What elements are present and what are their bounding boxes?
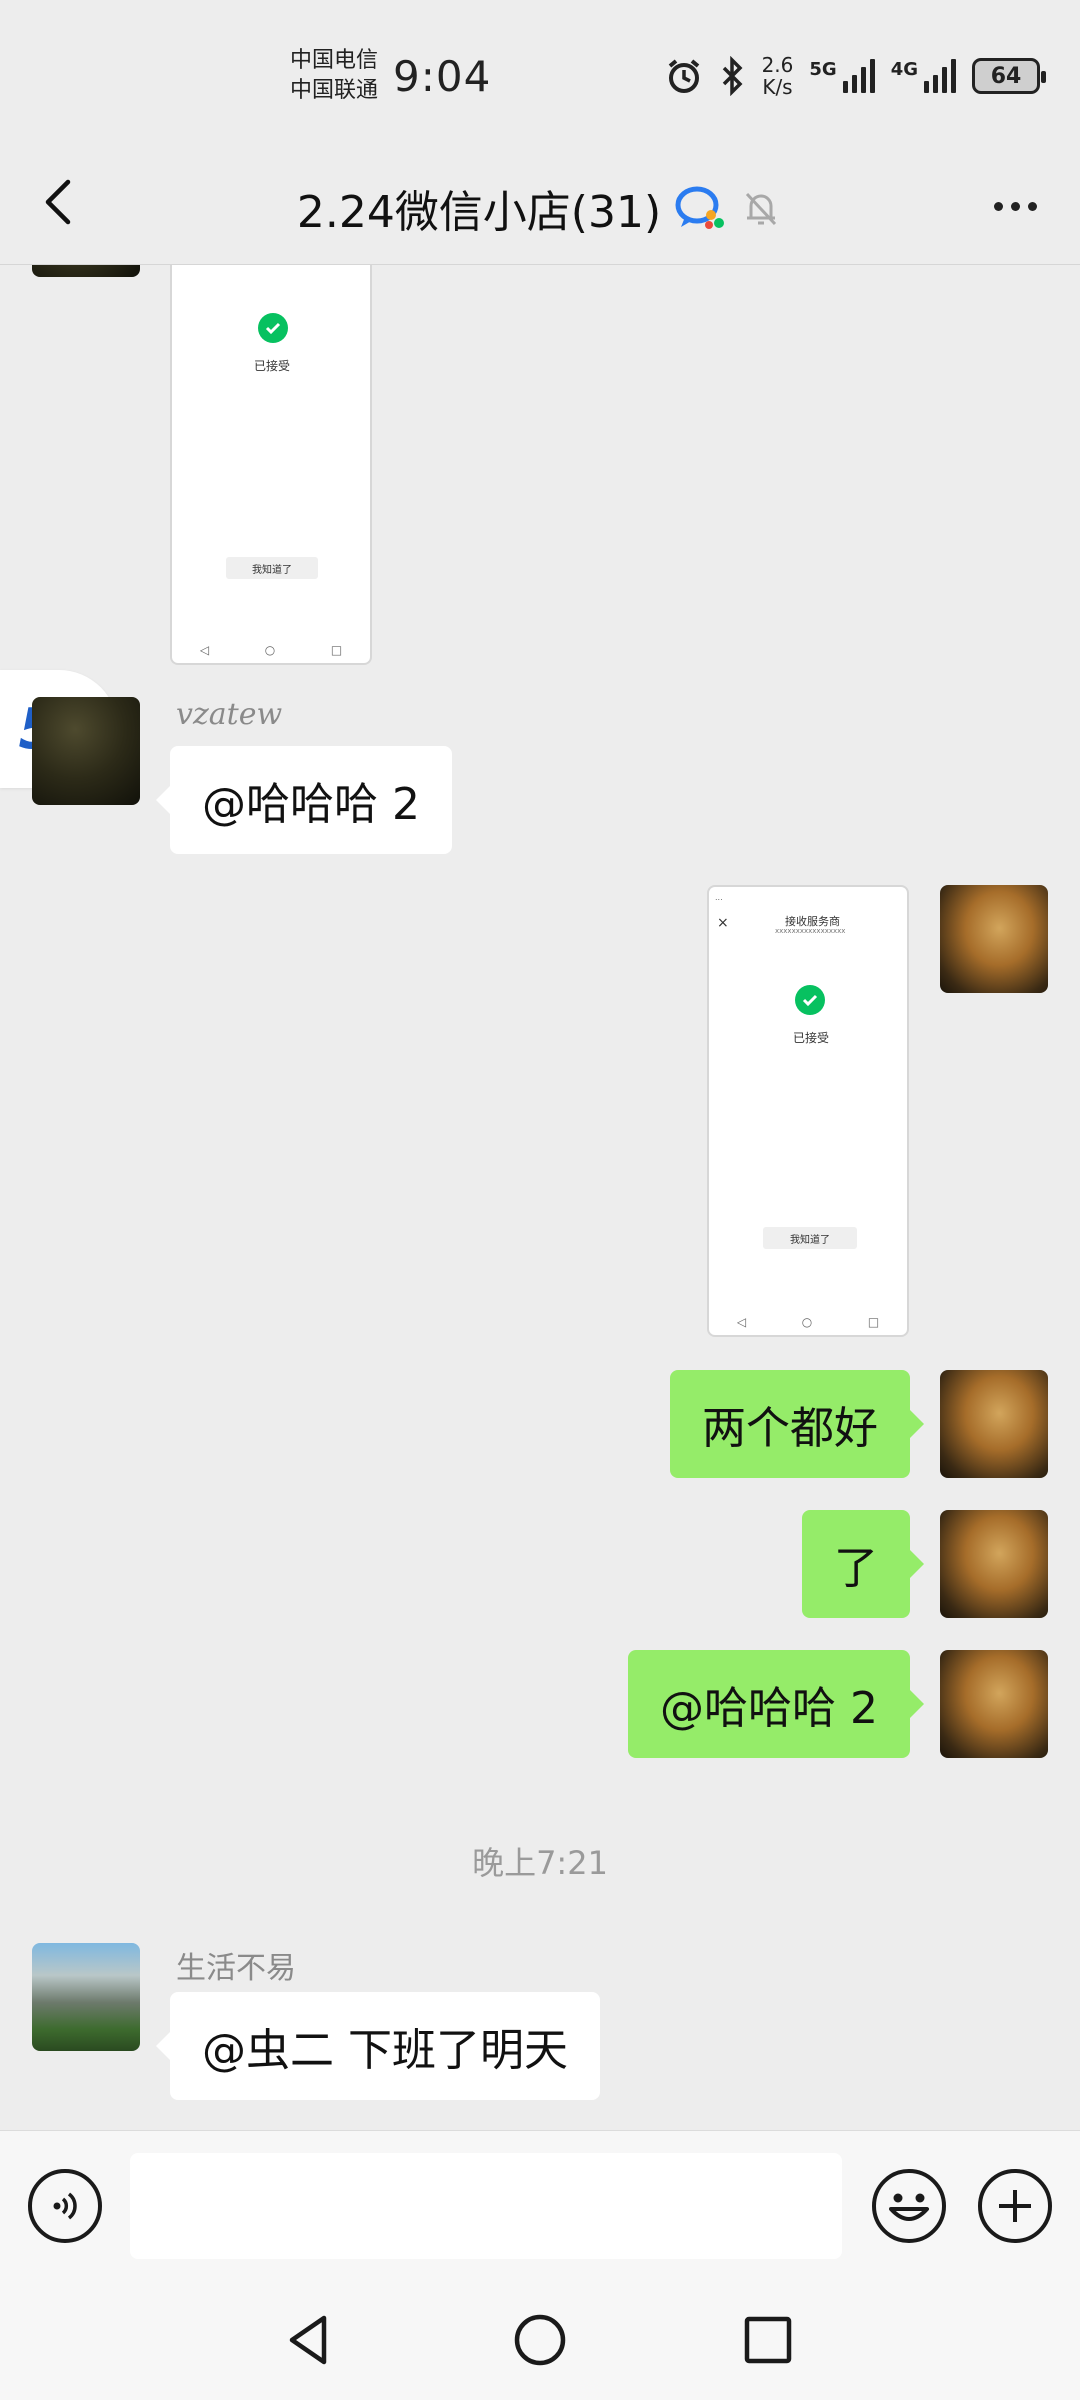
carrier-info: 中国电信 中国联通 (290, 46, 378, 106)
message-list[interactable]: 已接受 我知道了 ◁○□ 5G vzatew @哈哈哈 2 ... × 接收服务… (0, 265, 1080, 2130)
avatar[interactable] (940, 1650, 1048, 1758)
message-bubble[interactable]: @虫二 下班了明天 (156, 1992, 600, 2100)
status-time: 9:04 (393, 52, 492, 101)
plus-icon[interactable] (978, 2169, 1052, 2243)
avatar[interactable] (32, 265, 140, 277)
sim2-label: 4G (890, 59, 918, 80)
work-chat-icon (675, 186, 725, 229)
nav-recents-icon[interactable] (738, 2310, 798, 2370)
image-status-text: 已接受 (793, 1031, 830, 1045)
image-message[interactable]: 已接受 我知道了 ◁ ○ □ (170, 265, 372, 665)
net-speed-value: 2.6 (761, 53, 794, 77)
input-bar (0, 2130, 1080, 2280)
image-button-text: 我知道了 (226, 557, 318, 579)
chat-title[interactable]: 2.24微信小店(31) (297, 176, 661, 240)
avatar[interactable] (32, 697, 140, 805)
message-bubble[interactable]: 两个都好 (670, 1370, 924, 1478)
battery-level: 64 (990, 63, 1022, 89)
alarm-icon (668, 59, 699, 93)
battery-icon: 64 (972, 58, 1046, 94)
voice-icon[interactable] (28, 2169, 102, 2243)
message-input[interactable] (130, 2153, 842, 2259)
title-area: 2.24微信小店(31) (0, 150, 1080, 265)
image-nav-bar: ◁ ○ □ (199, 643, 343, 657)
nav-home-icon[interactable] (510, 2310, 570, 2370)
system-nav-bar (0, 2280, 1080, 2400)
message-bubble[interactable]: 了 (802, 1510, 924, 1618)
more-icon[interactable] (980, 178, 1050, 234)
avatar[interactable] (940, 885, 1048, 993)
nav-back-icon[interactable] (280, 2310, 340, 2370)
image-close-icon: × (717, 915, 729, 931)
image-nav-bar: ◁ ○ □ (736, 1315, 880, 1329)
carrier-2: 中国联通 (290, 78, 379, 103)
avatar[interactable] (940, 1370, 1048, 1478)
bluetooth-icon (722, 56, 743, 96)
net-speed: 2.6 K/s (762, 54, 794, 98)
status-icons: 2.6 K/s 5G 4G 64 (664, 54, 1046, 98)
check-circle-icon (795, 985, 825, 1015)
image-message[interactable]: ... × 接收服务商 xxxxxxxxxxxxxxxxx 已接受 我知道了 ◁… (707, 885, 909, 1337)
sim1-label: 5G (809, 59, 837, 80)
carrier-1: 中国电信 (290, 48, 379, 73)
sender-name: 生活不易 (176, 1951, 296, 1986)
mute-bell-icon (746, 192, 777, 225)
net-speed-unit: K/s (762, 75, 793, 99)
avatar[interactable] (32, 1943, 140, 2051)
avatar[interactable] (940, 1510, 1048, 1618)
image-subheader-text: xxxxxxxxxxxxxxxxx (775, 927, 846, 935)
sender-name: vzatew (176, 697, 283, 732)
signal-sim2-icon: 4G (891, 59, 956, 93)
image-status-text: 已接受 (254, 359, 291, 373)
check-circle-icon (258, 313, 288, 343)
message-bubble[interactable]: @哈哈哈 2 (156, 746, 452, 854)
status-bar: 中国电信 中国联通 9:04 2.6 K/s 5G 4G 64 (0, 0, 1080, 150)
signal-sim1-icon: 5G (809, 59, 875, 93)
emoji-icon[interactable] (872, 2169, 946, 2243)
image-button-text: 我知道了 (763, 1227, 857, 1249)
message-bubble[interactable]: @哈哈哈 2 (628, 1650, 924, 1758)
chat-header: 2.24微信小店(31) (0, 150, 1080, 265)
image-status-bar-text: ... (715, 893, 723, 902)
message-timestamp: 晚上7:21 (472, 1844, 608, 1882)
